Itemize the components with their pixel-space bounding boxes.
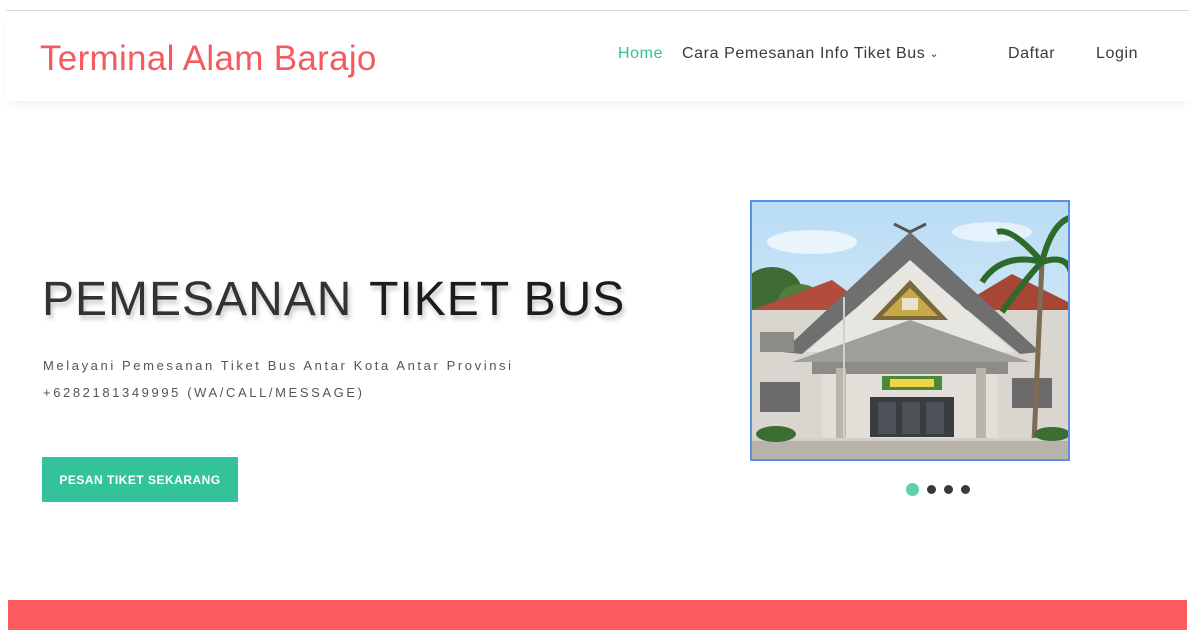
nav-daftar[interactable]: Daftar (1008, 44, 1055, 64)
nav-login[interactable]: Login (1096, 44, 1138, 64)
hero-title-light: PEMESANAN (42, 273, 353, 326)
chevron-down-icon: ⌄ (929, 48, 940, 60)
nav-info-tiket-bus-label: Info Tiket Bus (820, 45, 926, 62)
slider-dot-2[interactable] (927, 484, 936, 494)
nav-cara-pemesanan[interactable]: Cara Pemesanan (682, 44, 815, 64)
nav-info-tiket-bus[interactable]: Info Tiket Bus ⌄ (820, 44, 939, 64)
hero-subtitle: Melayani Pemesanan Tiket Bus Antar Kota … (43, 358, 514, 373)
brand-logo-text[interactable]: Terminal Alam Barajo (40, 39, 377, 79)
hero-contact: +6282181349995 (WA/CALL/MESSAGE) (43, 385, 365, 400)
pesan-tiket-button[interactable]: PESAN TIKET SEKARANG (42, 457, 238, 502)
slider-pagination (906, 482, 970, 496)
slider-dot-1[interactable] (906, 482, 919, 496)
nav-home[interactable]: Home (618, 44, 663, 64)
slider-image-terminal[interactable] (750, 200, 1070, 461)
section-band (8, 600, 1187, 630)
navbar: Terminal Alam Barajo Home Cara Pemesanan… (6, 11, 1189, 101)
slider-dot-4[interactable] (961, 484, 970, 494)
slider-dot-3[interactable] (944, 484, 953, 494)
hero-title: PEMESANAN TIKET BUS (42, 270, 625, 329)
terminal-building-photo (752, 202, 1068, 459)
hero-title-bold: TIKET BUS (369, 273, 626, 326)
